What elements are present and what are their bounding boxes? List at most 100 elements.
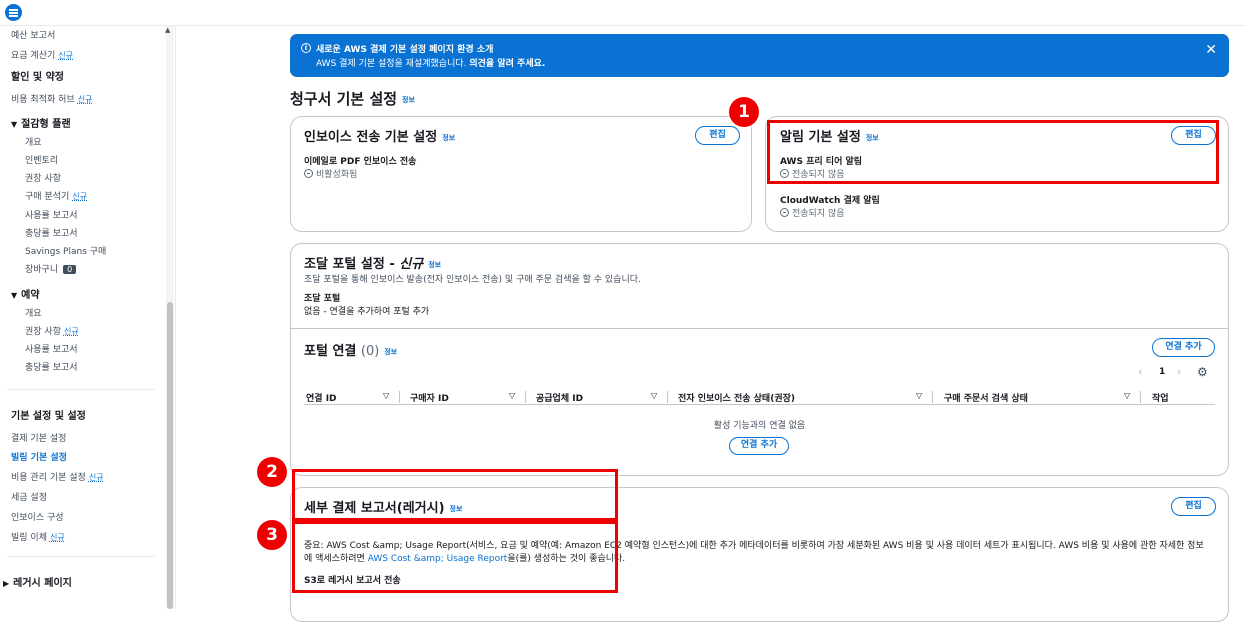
edit-button[interactable]: 편집 [1171, 497, 1216, 516]
sidebar-item-sp-utilization[interactable]: 사용률 보고서 [25, 208, 78, 221]
sidebar-item-sp-overview[interactable]: 개요 [25, 135, 42, 148]
sidebar-item-sp-coverage[interactable]: 충당률 보고서 [25, 226, 78, 239]
sidebar-section-preferences: 기본 설정 및 설정 [11, 411, 86, 422]
previous-page-icon[interactable]: ‹ [1138, 365, 1142, 378]
sidebar-group-savings-plans[interactable]: ▼ 절감형 플랜 [11, 115, 71, 130]
sidebar-item-sp-inventory[interactable]: 인벤토리 [25, 153, 58, 166]
close-icon[interactable]: ✕ [1205, 42, 1217, 58]
feedback-link[interactable]: 의견을 알려 주세요. [469, 59, 545, 69]
new-badge: 신규 [63, 327, 79, 336]
sort-icon[interactable]: ▽ [383, 391, 389, 400]
divider [291, 328, 1228, 329]
divider [7, 389, 155, 390]
scrollbar-thumb[interactable] [167, 302, 173, 609]
sidebar-item-purchase-analyzer[interactable]: 구매 분석기 신규 [25, 189, 87, 202]
edit-button[interactable]: 편집 [695, 126, 740, 145]
sort-icon[interactable]: ▽ [1124, 391, 1130, 400]
column-header-connection-id[interactable]: 연결 ID [306, 391, 337, 404]
info-flash-banner: i 새로운 AWS 결제 기본 설정 페이지 환경 소개 AWS 결제 기본 설… [290, 34, 1229, 77]
column-header-supplier-id[interactable]: 공급업체 ID [536, 391, 583, 404]
annotation-marker: 2 [257, 457, 287, 487]
invoice-delivery-card: 인보이스 전송 기본 설정 정보 편집 이메일로 PDF 인보이스 전송 비활성화… [290, 116, 752, 232]
column-divider [667, 391, 668, 403]
field-label: CloudWatch 결제 알림 [780, 196, 880, 206]
portal-connections-title: 포털 연결 (0) 정보 [304, 344, 398, 359]
table-header: 연결 ID ▽ 구매자 ID ▽ 공급업체 ID ▽ 전자 인보이스 전송 상태… [304, 391, 1215, 405]
field-label: 조달 포털 [304, 294, 341, 304]
annotation-highlight-box [292, 469, 618, 521]
empty-state-text: 활성 기능과의 연결 없음 [713, 421, 806, 431]
settings-gear-icon[interactable]: ⚙ [1197, 365, 1208, 379]
cart-count-badge: 0 [63, 265, 77, 274]
sort-icon[interactable]: ▽ [509, 391, 515, 400]
info-icon: i [301, 43, 311, 53]
sidebar-item-sp-recommendations[interactable]: 권장 사항 [25, 171, 61, 184]
column-divider [525, 391, 526, 403]
status-not-sent-icon [780, 208, 789, 217]
annotation-highlight-box [292, 521, 618, 593]
caret-down-icon: ▼ [11, 120, 18, 129]
sidebar-item-ri-coverage[interactable]: 충당률 보고서 [25, 360, 78, 373]
scroll-up-icon[interactable]: ▲ [165, 26, 170, 34]
sidebar-item-ri-overview[interactable]: 개요 [25, 306, 42, 319]
sidebar-item-cost-optimization-hub[interactable]: 비용 최적화 허브 신규 [11, 92, 92, 105]
column-header-einvoice-status[interactable]: 전자 인보이스 전송 상태(권장) [678, 391, 795, 404]
status-disabled-icon [304, 169, 313, 178]
sidebar-item-pricing-calculator[interactable]: 요금 계산기 신규 [11, 48, 73, 61]
field-value: 전송되지 않음 [780, 206, 845, 219]
sidebar-item-billing-preferences[interactable]: 빌링 기본 설정 [11, 450, 67, 463]
add-connection-button-empty[interactable]: 연결 추가 [729, 437, 789, 455]
page-number[interactable]: 1 [1159, 367, 1165, 377]
info-link[interactable]: 정보 [384, 348, 397, 356]
column-divider [932, 391, 933, 403]
sort-icon[interactable]: ▽ [916, 391, 922, 400]
sidebar-item-payment-preferences[interactable]: 결제 기본 설정 [11, 431, 66, 444]
sidebar-group-legacy-pages[interactable]: ▶ 레거시 페이지 [3, 574, 72, 589]
divider [7, 556, 155, 557]
card-description: 조달 포털을 통해 인보이스 발송(전자 인보이스 전송) 및 구매 주문 검색… [304, 275, 641, 285]
annotation-highlight-box [767, 120, 1219, 184]
info-link[interactable]: 정보 [428, 261, 441, 269]
info-link[interactable]: 정보 [402, 96, 415, 104]
sidebar-item-budget-reports[interactable]: 예산 보고서 [11, 28, 55, 41]
sidebar-item-cart[interactable]: 장바구니 0 [25, 262, 77, 275]
column-header-buyer-id[interactable]: 구매자 ID [410, 391, 449, 404]
flash-body: AWS 결제 기본 설정을 재설계했습니다. 의견을 알려 주세요. [316, 59, 546, 69]
sidebar-item-tax-settings[interactable]: 세금 설정 [11, 490, 47, 503]
top-bar [0, 0, 1246, 26]
annotation-marker: 3 [257, 520, 287, 550]
sidebar-group-reservations[interactable]: ▼ 예약 [11, 286, 40, 301]
field-label: 이메일로 PDF 인보이스 전송 [304, 157, 417, 167]
procurement-portal-card: 조달 포털 설정 - 신규 정보 조달 포털을 통해 인보이스 발송(전자 인보이… [290, 243, 1229, 476]
sidebar-item-billing-transfer[interactable]: 빌링 이체 신규 [11, 530, 65, 543]
next-page-icon[interactable]: › [1177, 365, 1181, 378]
new-badge: 신규 [58, 51, 73, 60]
new-badge: 신규 [49, 533, 65, 542]
sidebar-item-ri-utilization[interactable]: 사용률 보고서 [25, 342, 78, 355]
sidebar-section-discounts: 할인 및 약정 [11, 72, 64, 83]
caret-right-icon: ▶ [3, 579, 10, 588]
sidebar-item-purchase-sp[interactable]: Savings Plans 구매 [25, 244, 106, 257]
field-value: 비활성화됨 [304, 167, 357, 180]
new-badge: 신규 [77, 95, 93, 104]
new-badge: 신규 [88, 473, 104, 482]
field-value: 없음 - 연결을 추가하여 포털 추가 [304, 307, 430, 317]
sidebar-item-cost-management-preferences[interactable]: 비용 관리 기본 설정 신규 [11, 470, 104, 483]
caret-down-icon: ▼ [11, 291, 18, 300]
column-divider [399, 391, 400, 403]
info-link[interactable]: 정보 [442, 134, 455, 142]
sidebar-item-ri-recommendations[interactable]: 권장 사항 신규 [25, 324, 79, 337]
flash-title: 새로운 AWS 결제 기본 설정 페이지 환경 소개 [316, 45, 494, 55]
page-title: 청구서 기본 설정 정보 [290, 90, 415, 108]
sidebar-item-invoice-configuration[interactable]: 인보이스 구성 [11, 510, 64, 523]
card-title: 인보이스 전송 기본 설정 정보 [304, 130, 456, 145]
annotation-marker: 1 [729, 97, 759, 127]
sidebar: 예산 보고서 요금 계산기 신규 할인 및 약정 비용 최적화 허브 신규 ▼ 절감형… [0, 26, 176, 609]
sort-icon[interactable]: ▽ [651, 391, 657, 400]
card-title: 조달 포털 설정 - 신규 정보 [304, 257, 442, 272]
new-badge: 신규 [72, 192, 87, 201]
column-header-actions: 작업 [1152, 394, 1169, 404]
menu-icon[interactable] [5, 4, 22, 21]
add-connection-button[interactable]: 연결 추가 [1152, 338, 1215, 357]
column-header-po-retrieval-status[interactable]: 구매 주문서 검색 상태 [944, 391, 1028, 404]
